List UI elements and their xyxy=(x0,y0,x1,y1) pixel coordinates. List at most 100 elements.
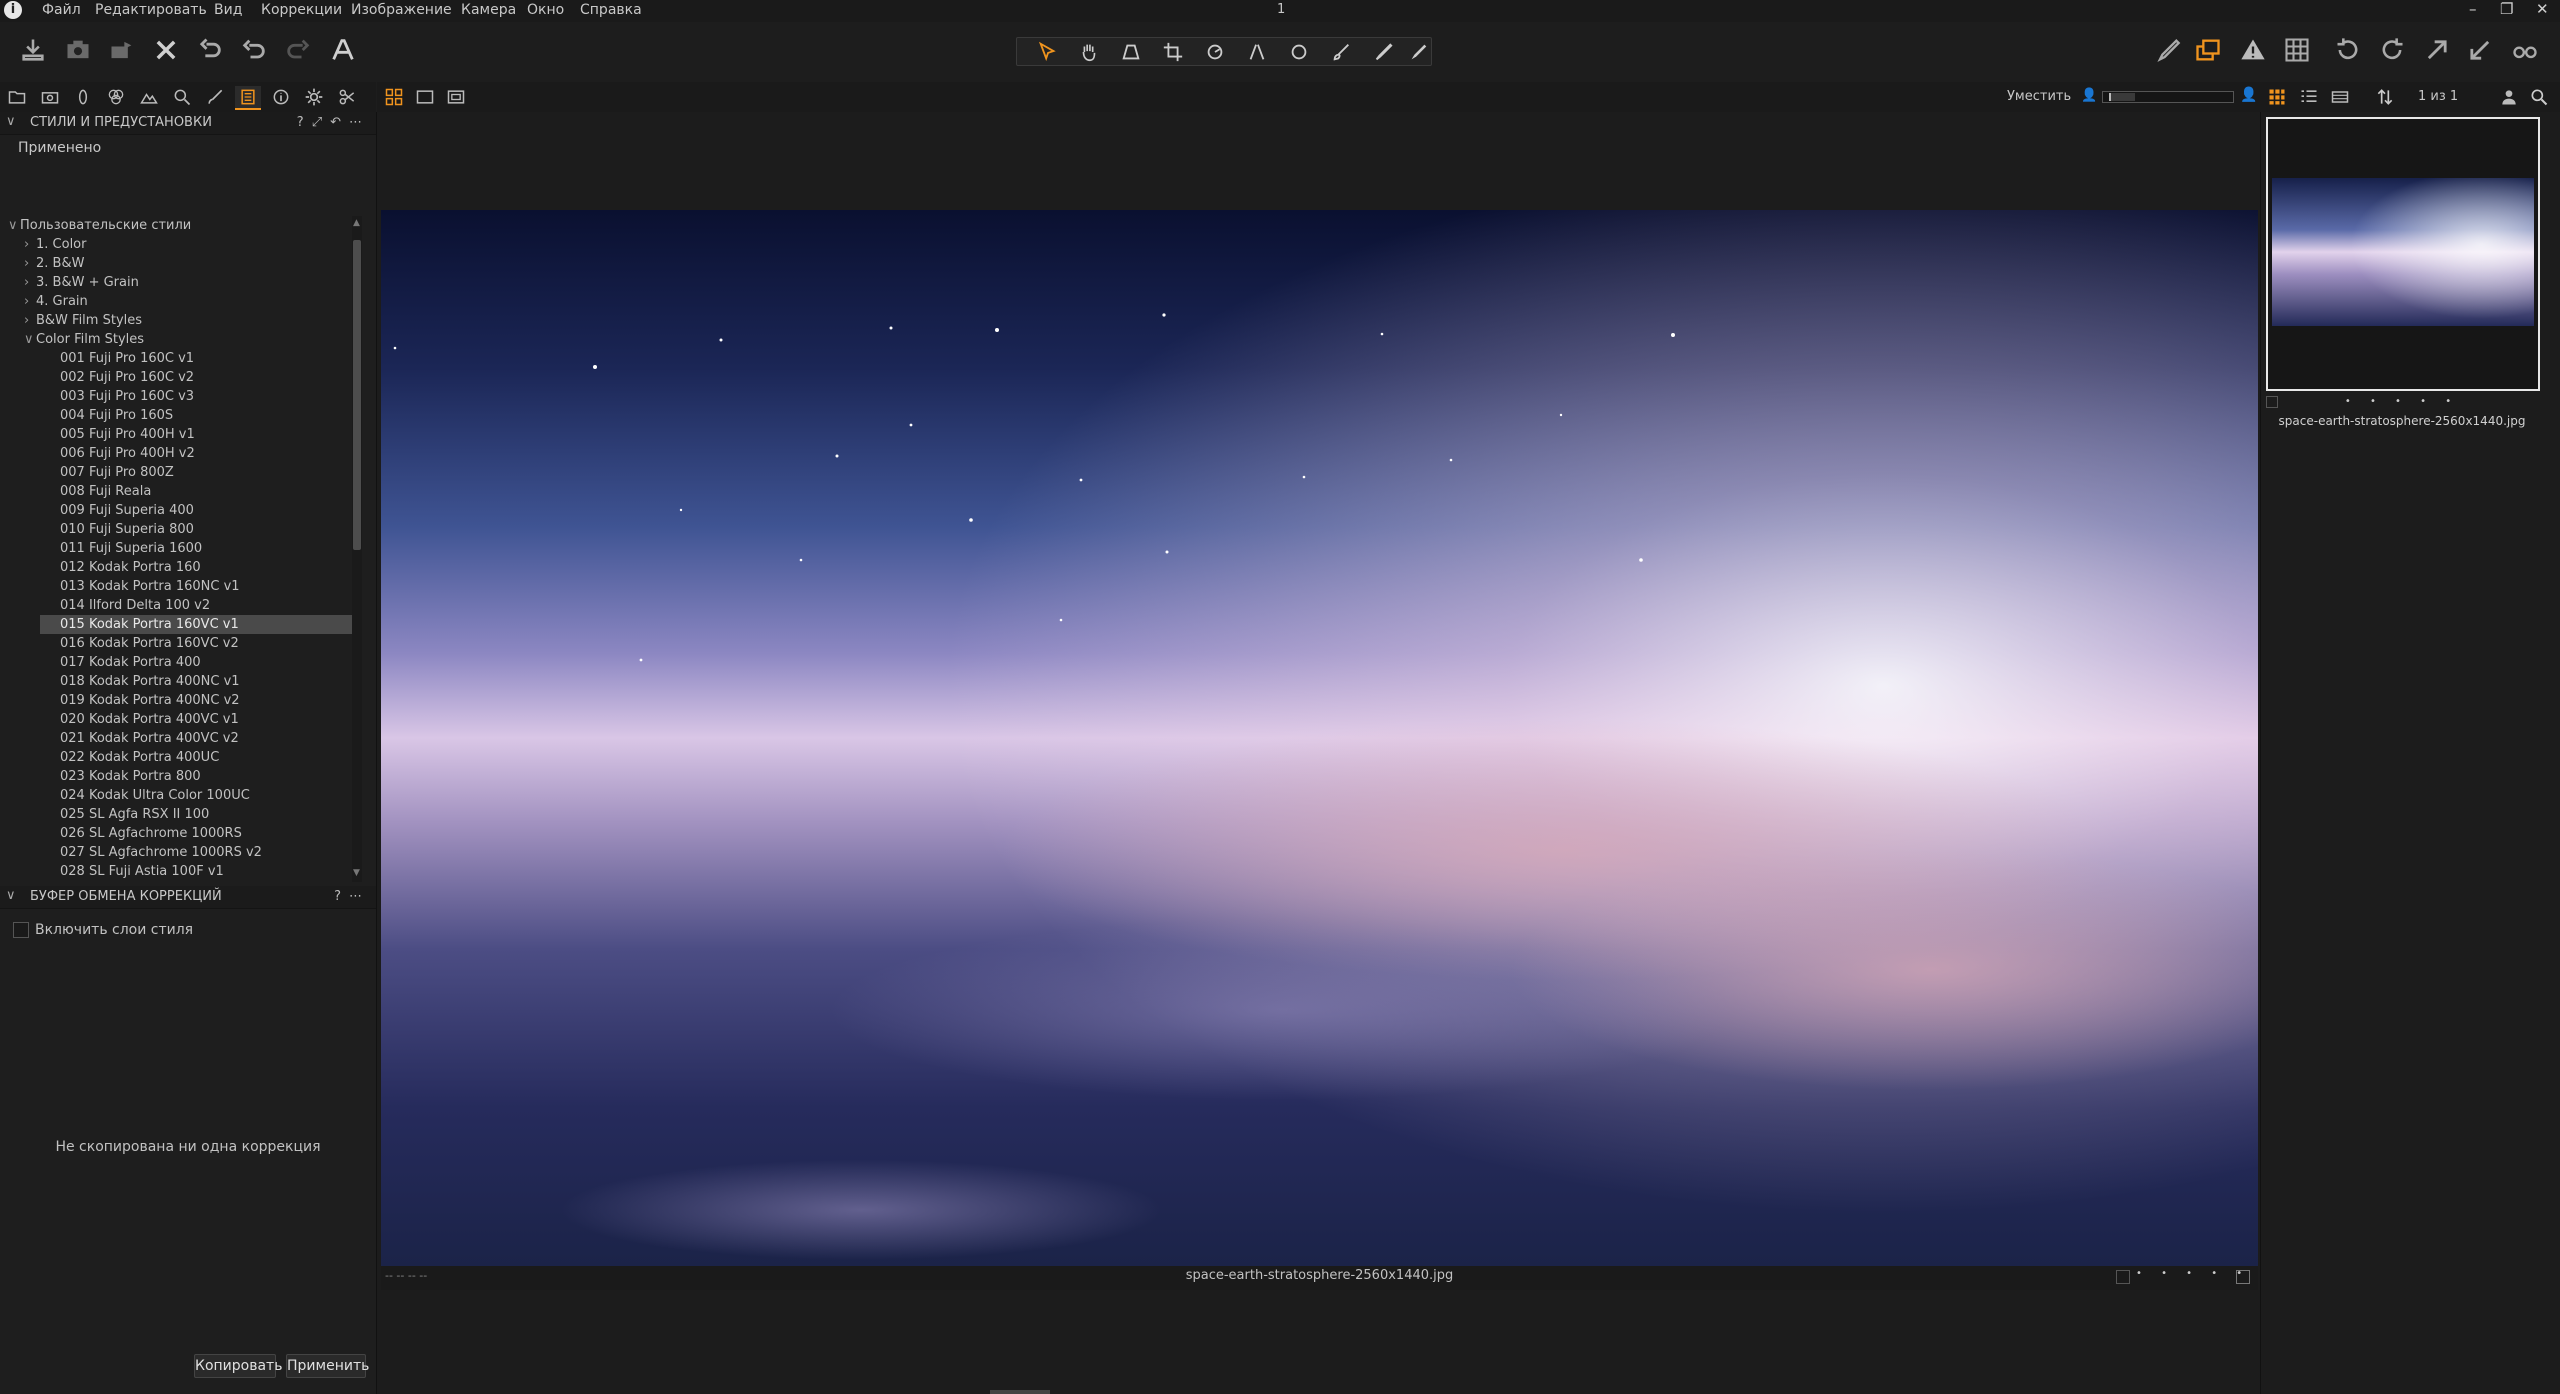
process-icon[interactable] xyxy=(105,33,139,67)
tree-item[interactable]: 028 SL Fuji Astia 100F v1 xyxy=(40,862,352,881)
tree-item[interactable]: 006 Fuji Pro 400H v2 xyxy=(40,444,352,463)
tree-item[interactable]: 020 Kodak Portra 400VC v1 xyxy=(40,710,352,729)
collapsed-chevron-icon[interactable]: › xyxy=(8,254,36,273)
menu-camera[interactable]: Камера xyxy=(461,2,516,18)
capture-icon[interactable] xyxy=(61,33,95,67)
output-tab-icon[interactable] xyxy=(301,86,327,108)
lens-tab-icon[interactable] xyxy=(70,86,96,108)
grid-view-icon[interactable] xyxy=(2264,86,2290,108)
details-tab-icon[interactable] xyxy=(169,86,195,108)
tree-item[interactable]: 022 Kodak Portra 400UC xyxy=(40,748,352,767)
close-button[interactable]: ✕ xyxy=(2536,0,2549,18)
tree-item[interactable]: 014 Ilford Delta 100 v2 xyxy=(40,596,352,615)
local-adjustments-tab-icon[interactable] xyxy=(202,86,228,108)
apply-button[interactable]: Применить xyxy=(286,1354,369,1378)
tree-item[interactable]: 011 Fuji Superia 1600 xyxy=(40,539,352,558)
menu-edit[interactable]: Редактировать xyxy=(95,2,207,18)
tree-group[interactable]: › 1. Color xyxy=(8,235,352,254)
tree-item[interactable]: 008 Fuji Reala xyxy=(40,482,352,501)
main-image[interactable] xyxy=(381,210,2258,1266)
filmstrip-view-icon[interactable] xyxy=(2327,86,2353,108)
section-header-icons[interactable]: ?⋯ xyxy=(334,889,370,904)
menu-view[interactable]: Вид xyxy=(214,2,242,18)
tree-item[interactable]: 013 Kodak Portra 160NC v1 xyxy=(40,577,352,596)
color-tab-icon[interactable] xyxy=(103,86,129,108)
layers-icon[interactable] xyxy=(2191,33,2225,67)
tree-item-selected[interactable]: 015 Kodak Portra 160VC v1 xyxy=(40,615,352,634)
tree-item[interactable]: 016 Kodak Portra 160VC v2 xyxy=(40,634,352,653)
tree-item[interactable]: 025 SL Agfa RSX II 100 xyxy=(40,805,352,824)
tree-item[interactable]: 009 Fuji Superia 400 xyxy=(40,501,352,520)
menu-file[interactable]: Файл xyxy=(42,2,81,18)
maximize-button[interactable]: ❐ xyxy=(2500,0,2513,18)
tree-item[interactable]: 019 Kodak Portra 400NC v2 xyxy=(40,691,352,710)
edit-icon[interactable] xyxy=(2150,33,2184,67)
app-logo-icon[interactable]: i xyxy=(4,1,22,19)
tree-item[interactable]: 012 Kodak Portra 160 xyxy=(40,558,352,577)
panel-resize-handle[interactable] xyxy=(990,1390,1050,1394)
tree-item[interactable]: 003 Fuji Pro 160C v3 xyxy=(40,387,352,406)
thumbnail-rating[interactable]: • • • • • xyxy=(2264,396,2540,407)
undo-all-icon[interactable] xyxy=(193,33,227,67)
tree-item[interactable]: 024 Kodak Ultra Color 100UC xyxy=(40,786,352,805)
batch-tab-icon[interactable] xyxy=(334,86,360,108)
text-overlay-icon[interactable] xyxy=(326,33,360,67)
straighten-icon[interactable] xyxy=(1240,40,1274,64)
tree-item[interactable]: 018 Kodak Portra 400NC v1 xyxy=(40,672,352,691)
tree-item[interactable]: 010 Fuji Superia 800 xyxy=(40,520,352,539)
include-style-layers-checkbox[interactable] xyxy=(13,922,29,938)
spot-removal-icon[interactable] xyxy=(1282,40,1316,64)
scroll-up-icon[interactable]: ▲ xyxy=(353,218,360,228)
sort-icon[interactable] xyxy=(2372,86,2398,108)
thumbnail-image[interactable] xyxy=(2272,178,2534,326)
tree-group[interactable]: ∨ Color Film Styles xyxy=(8,330,352,349)
clipboard-section-header[interactable]: ∨ БУФЕР ОБМЕНА КОРРЕКЦИЙ ?⋯ xyxy=(0,886,376,909)
redo-icon[interactable] xyxy=(281,33,315,67)
collapse-chevron-icon[interactable]: ∨ xyxy=(6,888,16,903)
delete-icon[interactable] xyxy=(149,33,183,67)
menu-window[interactable]: Окно xyxy=(527,2,564,18)
brush-icon[interactable] xyxy=(1324,40,1358,64)
collapsed-chevron-icon[interactable]: › xyxy=(8,292,36,311)
rotate-right-icon[interactable] xyxy=(2375,33,2409,67)
exposure-warning-icon[interactable] xyxy=(2236,33,2270,67)
expand-chevron-icon[interactable]: ∨ xyxy=(8,330,36,349)
tree-item[interactable]: 002 Fuji Pro 160C v2 xyxy=(40,368,352,387)
grid-icon[interactable] xyxy=(2280,33,2314,67)
library-tab-icon[interactable] xyxy=(4,86,30,108)
undo-icon[interactable] xyxy=(237,33,271,67)
expand-chevron-icon[interactable]: ∨ xyxy=(8,216,20,235)
rotate-icon[interactable] xyxy=(1198,40,1232,64)
keystone-icon[interactable] xyxy=(1114,40,1148,64)
copy-apply-icon[interactable] xyxy=(2463,33,2497,67)
proof-icon[interactable] xyxy=(2508,33,2542,67)
tree-item[interactable]: 017 Kodak Portra 400 xyxy=(40,653,352,672)
minimize-button[interactable]: – xyxy=(2469,0,2477,18)
menu-image[interactable]: Изображение xyxy=(351,2,452,18)
collapsed-chevron-icon[interactable]: › xyxy=(8,311,36,330)
tree-item[interactable]: 021 Kodak Portra 400VC v2 xyxy=(40,729,352,748)
tree-item[interactable]: 023 Kodak Portra 800 xyxy=(40,767,352,786)
import-icon[interactable] xyxy=(16,33,50,67)
tree-item[interactable]: 001 Fuji Pro 160C v1 xyxy=(40,349,352,368)
list-view-icon[interactable] xyxy=(2296,86,2322,108)
styles-tab-icon[interactable] xyxy=(235,86,261,110)
collapse-chevron-icon[interactable]: ∨ xyxy=(6,114,16,129)
select-cursor-icon[interactable] xyxy=(1031,40,1065,64)
zoom-slider[interactable] xyxy=(2102,91,2234,103)
pan-hand-icon[interactable] xyxy=(1072,40,1106,64)
tree-group[interactable]: › 3. B&W + Grain xyxy=(8,273,352,292)
capture-tab-icon[interactable] xyxy=(37,86,63,108)
tree-group[interactable]: › 4. Grain xyxy=(8,292,352,311)
person-browser-icon[interactable] xyxy=(2496,86,2522,108)
tree-item[interactable]: 004 Fuji Pro 160S xyxy=(40,406,352,425)
section-header-icons[interactable]: ?⤢↶⋯ xyxy=(297,115,370,130)
picker-icon[interactable] xyxy=(1401,40,1435,64)
tree-group[interactable]: › B&W Film Styles xyxy=(8,311,352,330)
tree-scrollbar-thumb[interactable] xyxy=(353,240,361,550)
zoom-fit-label[interactable]: Уместить xyxy=(2007,89,2071,104)
styles-section-header[interactable]: ∨ СТИЛИ И ПРЕДУСТАНОВКИ ?⤢↶⋯ xyxy=(0,112,376,135)
tree-item[interactable]: 005 Fuji Pro 400H v1 xyxy=(40,425,352,444)
share-icon[interactable] xyxy=(2420,33,2454,67)
multi-view-icon[interactable] xyxy=(381,86,407,108)
